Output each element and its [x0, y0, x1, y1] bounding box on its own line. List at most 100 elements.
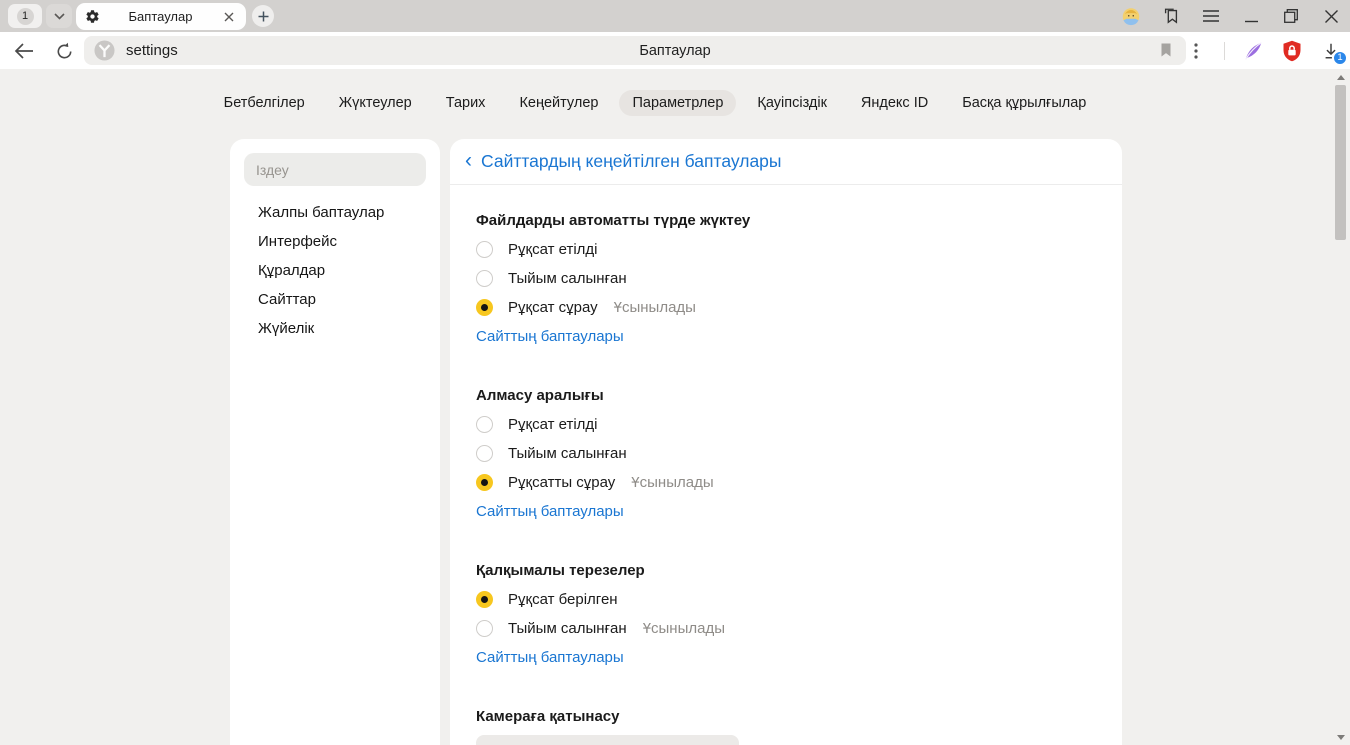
maximize-button[interactable]: [1282, 7, 1300, 25]
bookmarks-panel-button[interactable]: [1162, 7, 1180, 25]
radio-label: Тыйым салынған: [508, 270, 627, 287]
link-row: Сайттың баптаулары: [476, 497, 1096, 526]
radio-label: Рұқсат берілген: [508, 591, 618, 608]
avatar[interactable]: [1122, 7, 1140, 25]
settings-section: Файлдарды автоматты түрде жүктеуРұқсат е…: [476, 206, 1096, 351]
nav-tab[interactable]: Яндекс ID: [848, 90, 941, 116]
section-title: Камераға қатынасу: [476, 702, 1096, 731]
radio-button[interactable]: [476, 270, 493, 287]
radio-option[interactable]: Тыйым салынған: [476, 264, 1096, 293]
tab-counter-button[interactable]: 1: [8, 4, 42, 28]
protect-shield-icon: [1282, 40, 1302, 62]
settings-sections: Файлдарды автоматты түрде жүктеуРұқсат е…: [450, 206, 1122, 745]
radio-button[interactable]: [476, 620, 493, 637]
radio-label: Рұқсатты сұрау: [508, 474, 615, 491]
radio-option[interactable]: Рұқсатты сұрау Ұсынылады: [476, 468, 1096, 497]
minimize-button[interactable]: [1242, 7, 1260, 25]
radio-button[interactable]: [476, 474, 493, 491]
add-bookmark-button[interactable]: [1158, 42, 1176, 60]
address-toolbar: settings Баптаулар: [0, 32, 1350, 69]
address-menu-button[interactable]: [1185, 40, 1207, 62]
nav-tab[interactable]: Параметрлер: [619, 90, 736, 116]
recommended-hint: Ұсынылады: [614, 299, 696, 316]
window-close-button[interactable]: [1322, 7, 1340, 25]
radio-label: Рұқсат сұрау: [508, 299, 598, 316]
minimize-icon: [1245, 10, 1258, 23]
settings-sidebar: Жалпы баптауларИнтерфейсҚұралдарСайттарЖ…: [230, 139, 440, 745]
plus-icon: [258, 11, 269, 22]
radio-option[interactable]: Рұқсат сұрау Ұсынылады: [476, 293, 1096, 322]
sidebar-item[interactable]: Сайттар: [230, 285, 440, 314]
nav-tab[interactable]: Бетбелгілер: [211, 90, 318, 116]
site-settings-link[interactable]: Сайттың баптаулары: [476, 649, 624, 666]
gear-icon: [85, 9, 100, 24]
radio-button[interactable]: [476, 299, 493, 316]
browser-menu-button[interactable]: [1202, 7, 1220, 25]
kebab-icon: [1194, 43, 1198, 59]
bookmark-icon: [1158, 42, 1174, 58]
extension-feather-button[interactable]: [1242, 40, 1264, 62]
sidebar-item[interactable]: Жалпы баптаулар: [230, 198, 440, 227]
radio-label: Рұқсат етілді: [508, 241, 598, 258]
tab-close-button[interactable]: [221, 9, 237, 25]
radio-button[interactable]: [476, 445, 493, 462]
radio-label: Тыйым салынған: [508, 445, 627, 462]
radio-button[interactable]: [476, 591, 493, 608]
camera-select[interactable]: ov9734_azurewave_camera Алдыңғы: [476, 735, 739, 745]
sidebar-item[interactable]: Интерфейс: [230, 227, 440, 256]
user-avatar-icon: [1122, 7, 1140, 26]
url-text: settings: [126, 42, 178, 59]
recommended-hint: Ұсынылады: [643, 620, 725, 637]
nav-tab[interactable]: Жүктеулер: [326, 90, 425, 116]
toolbar-divider: [1224, 42, 1225, 60]
settings-section: Қалқымалы терезелер Рұқсат берілген Тыйым …: [476, 556, 1096, 672]
scrollbar[interactable]: [1333, 69, 1349, 745]
radio-button[interactable]: [476, 416, 493, 433]
toolbar-extensions: 1: [1185, 32, 1342, 69]
radio-button[interactable]: [476, 241, 493, 258]
scrollbar-thumb[interactable]: [1335, 85, 1346, 240]
settings-section: Камераға қатынасу ov9734_azurewave_camera…: [476, 702, 1096, 745]
link-row: Сайттың баптаулары: [476, 322, 1096, 351]
tab-list-chevron-button[interactable]: [46, 4, 72, 28]
sidebar-item[interactable]: Құралдар: [230, 256, 440, 285]
radio-option[interactable]: Тыйым салынған: [476, 439, 1096, 468]
radio-option[interactable]: Тыйым салынғанҰсынылады: [476, 614, 1096, 643]
window-controls: [1122, 0, 1340, 32]
address-bar[interactable]: settings: [84, 36, 1186, 65]
back-icon: [14, 43, 34, 59]
browser-tab-settings[interactable]: Баптаулар: [76, 3, 246, 30]
nav-tab[interactable]: Кеңейтулер: [506, 90, 611, 116]
site-favicon-icon: [94, 40, 115, 61]
radio-label: Рұқсат етілді: [508, 416, 598, 433]
reload-button[interactable]: [51, 38, 77, 64]
close-icon: [224, 12, 234, 22]
radio-option[interactable]: Рұқсат етілді: [476, 235, 1096, 264]
nav-tab[interactable]: Тарих: [433, 90, 499, 116]
reload-icon: [55, 42, 74, 61]
nav-tab[interactable]: Қауіпсіздік: [744, 90, 840, 116]
window-close-icon: [1325, 10, 1338, 23]
radio-option[interactable]: Рұқсат етілді: [476, 410, 1096, 439]
tab-title: Баптаулар: [100, 9, 221, 24]
radio-option[interactable]: Рұқсат берілген: [476, 585, 1096, 614]
settings-main-panel: ‹ Сайттардың кеңейтілген баптаулары Файл…: [450, 139, 1122, 745]
page-header-back[interactable]: ‹ Сайттардың кеңейтілген баптаулары: [450, 139, 1122, 185]
settings-nav: Бетбелгілер Жүктеулер Тарих Кеңейтулер Парам…: [0, 89, 1310, 116]
scroll-down-arrow[interactable]: [1336, 733, 1346, 741]
site-settings-link[interactable]: Сайттың баптаулары: [476, 328, 624, 345]
search-input[interactable]: [244, 153, 426, 186]
tab-counter-value: 1: [17, 8, 34, 25]
recommended-hint: Ұсынылады: [631, 474, 713, 491]
section-title: Алмасу аралығы: [476, 381, 1096, 410]
site-settings-link[interactable]: Сайттың баптаулары: [476, 503, 624, 520]
new-tab-button[interactable]: [252, 5, 274, 27]
sidebar-item[interactable]: Жүйелік: [230, 314, 440, 343]
nav-tab[interactable]: Басқа құрылғылар: [949, 90, 1099, 116]
maximize-icon: [1284, 9, 1298, 23]
back-button[interactable]: [11, 38, 37, 64]
section-title: Қалқымалы терезелер: [476, 556, 1096, 585]
downloads-button[interactable]: 1: [1320, 40, 1342, 62]
scroll-up-arrow[interactable]: [1336, 73, 1346, 81]
protect-shield-button[interactable]: [1281, 40, 1303, 62]
